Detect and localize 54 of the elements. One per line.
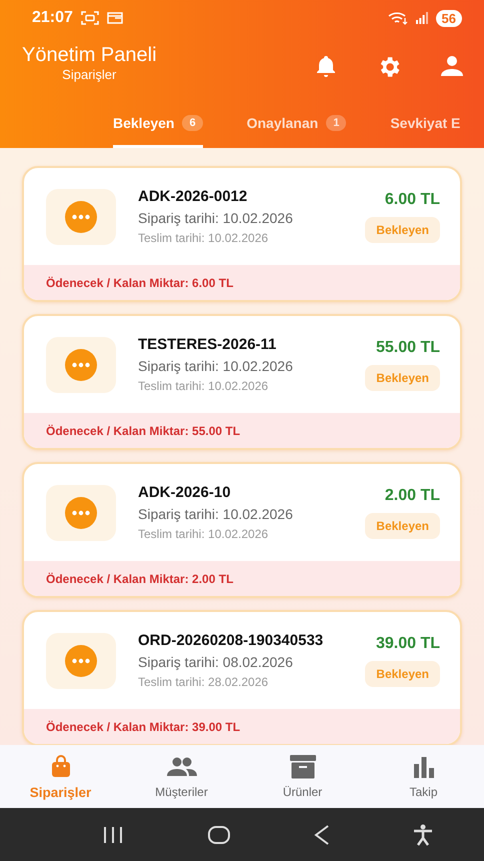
more-icon — [65, 644, 97, 676]
home-icon[interactable] — [206, 824, 230, 844]
people-icon — [166, 756, 198, 778]
back-icon[interactable] — [314, 824, 330, 844]
order-amount: 2.00 TL — [384, 486, 440, 504]
order-code: ADK-2026-10 — [138, 484, 232, 501]
more-icon — [65, 348, 97, 380]
delivery-date: Teslim tarihi: 10.02.2026 — [138, 527, 270, 541]
order-amount: 55.00 TL — [376, 338, 440, 356]
delivery-date: Teslim tarihi: 10.02.2026 — [138, 231, 270, 245]
status-badge: Bekleyen — [365, 660, 440, 686]
order-date: Sipariş tarihi: 08.02.2026 — [138, 654, 294, 670]
bar-chart-icon — [412, 756, 436, 778]
order-date: Sipariş tarihi: 10.02.2026 — [138, 210, 294, 226]
wifi-icon — [388, 11, 408, 25]
balance-bar: Ödenecek / Kalan Miktar: 39.00 TL — [24, 709, 460, 744]
nav-item[interactable]: Takip — [363, 745, 484, 808]
order-date: Sipariş tarihi: 10.02.2026 — [138, 506, 294, 522]
order-card[interactable]: TESTERES-2026-11 Sipariş tarihi: 10.02.2026 Teslim tarihi: 10.02.2026 55.00 TL Bekleyen Ödenecek / Kalan Miktar: 55.00 TL — [22, 314, 462, 450]
order-card[interactable]: ORD-20260208-190340533 Sipariş tarihi: 08.02.2026 Teslim tarihi: 28.02.2026 39.00 TL Bekleyen Ödenecek / Kalan Miktar: 39.00 TL — [22, 610, 462, 745]
more-icon — [65, 200, 97, 232]
count-badge: 6 — [182, 115, 203, 131]
balance-bar: Ödenecek / Kalan Miktar: 6.00 TL — [24, 265, 460, 300]
delivery-date: Teslim tarihi: 10.02.2026 — [138, 379, 270, 393]
order-code: ADK-2026-0012 — [138, 188, 248, 205]
order-card[interactable]: ADK-2026-10 Sipariş tarihi: 10.02.2026 Teslim tarihi: 10.02.2026 2.00 TL Bekleyen Ödenecek / Kalan Miktar: 2.00 TL — [22, 462, 462, 598]
order-date: Sipariş tarihi: 10.02.2026 — [138, 358, 294, 374]
recent-apps-icon[interactable] — [102, 826, 124, 844]
calendar-icon — [106, 12, 123, 24]
order-code: TESTERES-2026-11 — [138, 336, 278, 353]
order-amount: 6.00 TL — [384, 190, 440, 208]
order-card[interactable]: ADK-2026-0012 Sipariş tarihi: 10.02.2026 Teslim tarihi: 10.02.2026 6.00 TL Bekleyen Ödenecek / Kalan Miktar: 6.00 TL — [22, 166, 462, 302]
status-time: 21:07 — [32, 9, 73, 27]
status-badge: Bekleyen — [365, 216, 440, 242]
count-badge: 1 — [326, 115, 346, 131]
order-amount: 39.00 TL — [376, 634, 440, 652]
nav-item[interactable]: Ürünler — [242, 745, 363, 808]
nav-item[interactable]: Müşteriler — [121, 745, 242, 808]
archive-icon — [288, 754, 316, 780]
delivery-date: Teslim tarihi: 28.02.2026 — [138, 675, 270, 689]
status-badge: Bekleyen — [365, 364, 440, 390]
user-icon[interactable] — [440, 54, 464, 78]
more-icon — [65, 496, 97, 528]
balance-bar: Ödenecek / Kalan Miktar: 55.00 TL — [24, 413, 460, 448]
battery-level: 56 — [436, 10, 462, 26]
app-title: Yönetim Paneli — [22, 44, 157, 67]
status-badge: Bekleyen — [365, 512, 440, 538]
bell-icon[interactable] — [314, 54, 338, 78]
order-code: ORD-20260208-190340533 — [138, 632, 324, 649]
app-subtitle: Siparişler — [62, 67, 116, 82]
screenshot-icon — [80, 11, 99, 25]
signal-icon — [416, 12, 428, 24]
accessibility-icon[interactable] — [412, 824, 432, 846]
balance-bar: Ödenecek / Kalan Miktar: 2.00 TL — [24, 561, 460, 596]
